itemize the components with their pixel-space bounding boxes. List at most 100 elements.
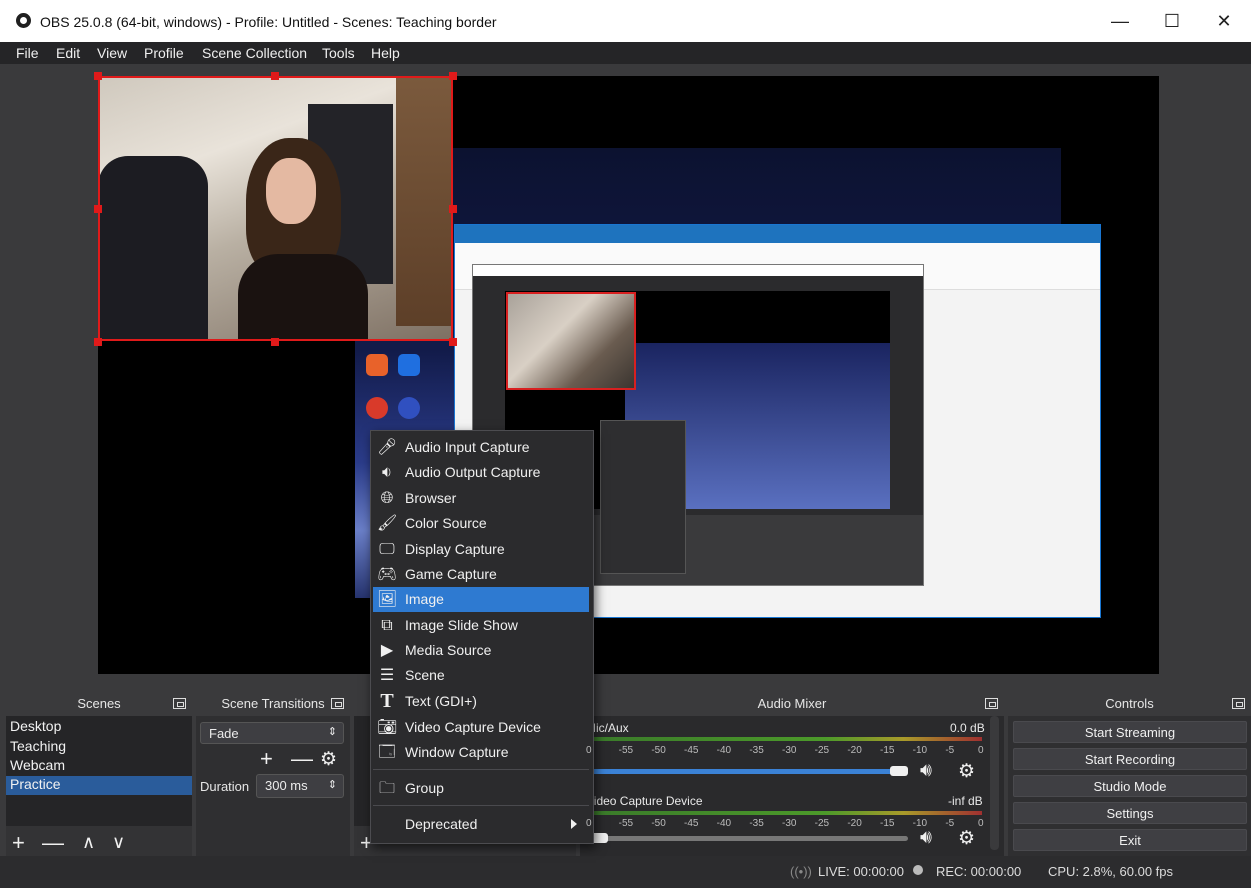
- speaker-icon: 🔉︎: [381, 464, 393, 481]
- studio-mode-button[interactable]: Studio Mode: [1013, 775, 1247, 797]
- gear-icon[interactable]: ⚙: [320, 748, 337, 771]
- scene-item[interactable]: Teaching: [10, 738, 66, 757]
- speaker-icon[interactable]: 🔊︎: [920, 760, 932, 782]
- text-icon: T: [380, 690, 394, 712]
- menu-scene-collection[interactable]: Scene Collection: [202, 45, 307, 61]
- webcam-source[interactable]: [98, 76, 453, 341]
- menu-item-browser[interactable]: 🌐︎ Browser: [373, 486, 589, 511]
- scale-tick: -5: [945, 818, 955, 829]
- transition-select[interactable]: Fade ⇕: [200, 722, 344, 744]
- menu-item-display-capture[interactable]: 🖵︎ Display Capture: [373, 537, 589, 562]
- scenes-toolbar: + — ∧ ∨: [6, 826, 192, 856]
- video-capture-fader[interactable]: [590, 836, 908, 841]
- scale-tick: 0: [978, 818, 984, 829]
- mixer-scrollbar[interactable]: [990, 716, 999, 850]
- stepper-icon[interactable]: ⇕: [328, 778, 337, 791]
- play-icon: ▶: [380, 642, 394, 659]
- remove-icon[interactable]: —: [42, 830, 64, 856]
- slideshow-icon: ⧉: [381, 617, 393, 634]
- resize-handle[interactable]: [449, 205, 457, 213]
- minimize-button[interactable]: —: [1100, 8, 1140, 34]
- duration-label: Duration: [200, 779, 250, 794]
- add-transition-icon[interactable]: +: [260, 746, 273, 772]
- resize-handle[interactable]: [271, 72, 279, 80]
- globe-icon: 🌐︎: [380, 490, 394, 507]
- menu-item-deprecated[interactable]: Deprecated: [373, 812, 589, 837]
- camera-icon: 📷︎: [377, 719, 398, 736]
- undock-icon[interactable]: [985, 698, 998, 709]
- menu-item-game-capture[interactable]: 🎮︎ Game Capture: [373, 562, 589, 587]
- gear-icon[interactable]: ⚙: [958, 827, 975, 850]
- speaker-icon[interactable]: 🔊︎: [920, 827, 932, 849]
- undock-icon[interactable]: [331, 698, 344, 709]
- remove-transition-icon[interactable]: —: [291, 746, 313, 772]
- scale-tick: -30: [782, 818, 797, 829]
- menu-help[interactable]: Help: [371, 45, 400, 61]
- resize-handle[interactable]: [271, 338, 279, 346]
- scale-tick: -10: [912, 818, 928, 829]
- menu-separator: [373, 805, 589, 806]
- mic-aux-fader[interactable]: [590, 769, 908, 774]
- settings-button[interactable]: Settings: [1013, 802, 1247, 824]
- menu-item-image-slide-show[interactable]: ⧉ Image Slide Show: [373, 613, 589, 638]
- mic-aux-fader-knob[interactable]: [890, 766, 908, 776]
- menu-item-text-gdi[interactable]: T Text (GDI+): [373, 689, 589, 714]
- menu-item-image[interactable]: 🖼︎ Image: [373, 587, 589, 612]
- nested-context-menu: [600, 420, 686, 574]
- resize-handle[interactable]: [449, 72, 457, 80]
- menu-profile[interactable]: Profile: [144, 45, 184, 61]
- duration-field[interactable]: 300 ms ⇕: [256, 774, 344, 798]
- maximize-button[interactable]: ☐: [1152, 8, 1192, 34]
- transitions-title: Scene Transitions: [196, 692, 350, 716]
- menu-item-media-source[interactable]: ▶ Media Source: [373, 638, 589, 663]
- menu-edit[interactable]: Edit: [56, 45, 80, 61]
- add-icon[interactable]: +: [12, 830, 25, 856]
- resize-handle[interactable]: [94, 205, 102, 213]
- scale-tick: -15: [880, 745, 895, 756]
- resize-handle[interactable]: [94, 72, 102, 80]
- scale-tick: -50: [651, 818, 666, 829]
- close-button[interactable]: ✕: [1204, 8, 1244, 34]
- status-bar: ((•)) LIVE: 00:00:00 REC: 00:00:00 CPU: …: [0, 856, 1251, 888]
- menu-item-group[interactable]: 🗀︎ Group: [373, 776, 589, 801]
- start-recording-button[interactable]: Start Recording: [1013, 748, 1247, 770]
- rec-timer: REC: 00:00:00: [936, 864, 1022, 879]
- list-icon: ☰: [379, 667, 395, 684]
- scale-tick: 0: [586, 745, 592, 756]
- scale-tick: 0: [978, 745, 984, 756]
- menu-item-color-source[interactable]: 🖌︎ Color Source: [373, 511, 589, 536]
- resize-handle[interactable]: [449, 338, 457, 346]
- undock-icon[interactable]: [173, 698, 186, 709]
- window-title: OBS 25.0.8 (64-bit, windows) - Profile: …: [40, 14, 497, 30]
- scene-item-selected[interactable]: Practice: [6, 776, 192, 795]
- resize-handle[interactable]: [94, 338, 102, 346]
- scale-tick: -35: [749, 818, 764, 829]
- menu-view[interactable]: View: [97, 45, 127, 61]
- scene-item[interactable]: Webcam: [10, 757, 65, 776]
- start-streaming-button[interactable]: Start Streaming: [1013, 721, 1247, 743]
- scale-tick: -35: [749, 745, 764, 756]
- scale-tick: -10: [912, 745, 928, 756]
- move-up-icon[interactable]: ∧: [82, 832, 95, 853]
- scale-tick: -55: [618, 818, 634, 829]
- exit-button[interactable]: Exit: [1013, 829, 1247, 851]
- menu-item-audio-output-capture[interactable]: 🔉︎ Audio Output Capture: [373, 460, 589, 485]
- menu-file[interactable]: File: [16, 45, 39, 61]
- move-down-icon[interactable]: ∨: [112, 832, 125, 853]
- menu-item-scene[interactable]: ☰ Scene: [373, 663, 589, 688]
- scene-item[interactable]: Desktop: [10, 718, 61, 737]
- gamepad-icon: 🎮︎: [377, 566, 398, 583]
- image-icon: 🖼︎: [377, 591, 398, 608]
- menu-separator: [373, 769, 589, 770]
- menu-tools[interactable]: Tools: [322, 45, 355, 61]
- scale-tick: -5: [945, 745, 955, 756]
- gear-icon[interactable]: ⚙: [958, 760, 975, 783]
- scale-tick: -45: [684, 818, 699, 829]
- mic-aux-level: 0.0 dB: [950, 721, 985, 735]
- scale-tick: -50: [651, 745, 666, 756]
- scale-tick: -55: [618, 745, 634, 756]
- undock-icon[interactable]: [1232, 698, 1245, 709]
- menu-item-audio-input-capture[interactable]: 🎤︎ Audio Input Capture: [373, 435, 589, 460]
- menu-item-window-capture[interactable]: 🗔︎ Window Capture: [373, 740, 589, 765]
- menu-item-video-capture-device[interactable]: 📷︎ Video Capture Device: [373, 715, 589, 740]
